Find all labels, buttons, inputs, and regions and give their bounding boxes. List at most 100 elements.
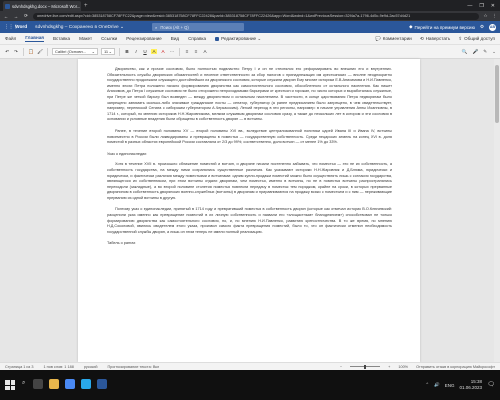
zoom-out-icon[interactable]: − [340,365,342,369]
font-size-value: 11 [104,49,109,54]
feedback-link[interactable]: Отправить отзыв в корпорацию Майкрософт [416,365,495,369]
zoom-slider[interactable] [350,364,381,369]
redo-icon[interactable]: ↷ [13,49,19,55]
diamond-icon: ◆ [409,24,413,29]
share-icon: ⇪ [458,35,463,41]
paragraph[interactable]: Поэтому указ о единонаследии, принятый в… [107,207,392,235]
url-field[interactable]: onedrive.live.com/edit.aspx?cid=38531875… [33,12,480,20]
comments-button[interactable]: 💬 Комментарии [375,36,412,42]
address-bar-row: ← → ⟳ onedrive.live.com/edit.aspx?cid=38… [0,11,500,21]
font-color-button[interactable]: A [160,49,166,54]
scrollbar-thumb[interactable] [495,65,499,123]
highlight-button[interactable]: A [151,49,157,54]
window-controls: — ❐ ✕ [467,3,500,9]
tab-insert[interactable]: Вставка [53,36,70,41]
share-label: Общий доступ [464,36,495,41]
app-name[interactable]: Word [15,25,27,30]
vertical-scrollbar[interactable] [494,59,500,362]
tab-layout[interactable]: Макет [79,36,92,41]
language-status[interactable]: русский [84,365,98,369]
tab-view[interactable]: Вид [171,36,179,41]
windows-start-icon[interactable] [5,380,15,390]
zoom-in-icon[interactable]: + [388,365,390,369]
status-bar: Страница 1 из 3 1 нов слов: 1 188 русски… [0,362,500,370]
undo-icon[interactable]: ↶ [4,49,10,55]
tab-help[interactable]: Справка [188,36,206,41]
section-heading[interactable]: Указ о единонаследии [107,152,392,158]
word-count[interactable]: 1 нов слов: 1 188 [43,365,73,369]
browser-menu-icon[interactable]: ⋮ [493,13,498,19]
expand-ribbon-icon[interactable]: ⌄ [492,49,496,55]
back-icon[interactable]: ← [3,14,9,19]
avatar[interactable]: AB [489,23,496,31]
system-tray: ⌃ 🔊 ENG 15:38 01.06.2023 [425,379,482,391]
new-tab-icon[interactable]: + [84,3,88,9]
styles-icon[interactable]: A [202,49,208,54]
share-button[interactable]: ⇪ Общий доступ [458,36,495,42]
minimize-icon[interactable]: — [467,3,472,9]
paragraph[interactable]: Хотя в течение XVII в. произошло сближен… [107,162,392,201]
input-language[interactable]: ENG [445,383,455,388]
divider [23,47,24,56]
comment-icon: 💬 [375,35,381,41]
font-size-select[interactable]: 11 ⌄ [101,48,115,55]
document-page[interactable]: Дворянство, как и прочие сословия, было … [78,59,420,362]
find-icon[interactable]: 🔍 [462,49,468,55]
clock[interactable]: 15:38 01.06.2023 [459,379,482,391]
divider [47,47,48,56]
tab-references[interactable]: Ссылки [101,36,117,41]
telegram-icon[interactable] [81,379,91,389]
premium-label: Перейти на премиум версию [414,24,475,30]
bookmark-star-icon[interactable]: ☆ [483,13,487,19]
app-launcher-icon[interactable]: ⋮⋮⋮ [4,25,18,30]
settings-gear-icon[interactable]: ⚙ [480,24,484,30]
browser-tab-title: sdvnhdsgkhg.docx – Microsoft Wor... [12,3,81,9]
tab-review[interactable]: Рецензирование [126,36,161,41]
windows-taskbar: ⌕ ⌃ 🔊 ENG 15:38 01.06.2023 🗨 [0,370,500,400]
paragraph[interactable]: Ранее, в течение второй половины XV — вт… [107,129,392,146]
file-explorer-icon[interactable] [49,379,59,389]
tab-file[interactable]: Файл [5,36,16,41]
chevron-down-icon: ⌄ [91,49,95,54]
forward-icon[interactable]: → [13,14,19,19]
italic-button[interactable]: I [133,49,139,54]
reload-icon[interactable]: ⟳ [23,13,29,19]
document-name[interactable]: sdvnhdsgkhg – Сохранено в OneDrive ⌄ [35,25,124,30]
premium-link[interactable]: ◆ Перейти на премиум версию [409,24,475,30]
more-format-icon[interactable]: ··· [169,49,175,54]
section-heading[interactable]: Табель о рангах [107,241,392,247]
notifications-icon[interactable]: 🗨 [487,381,495,388]
chevron-down-icon: ⌄ [108,49,112,54]
text-predictions[interactable]: Прогнозирование текста: Вкл [107,365,159,369]
search-input[interactable]: ⌕ Поиск (Alt + Q) [152,23,244,31]
zoom-level[interactable]: 100% [398,365,408,369]
page-count: Страница 1 из 3 [5,364,34,369]
word-icon[interactable] [97,379,107,389]
tray-overflow-icon[interactable]: ⌃ [425,382,429,388]
comments-label: Комментарии [382,36,412,41]
format-painter-icon[interactable]: 🖌 [37,49,43,55]
close-window-icon[interactable]: ✕ [491,3,495,9]
bullets-icon[interactable]: ≡ [184,49,190,54]
bold-button[interactable]: B [124,49,130,54]
chrome-icon[interactable] [65,379,75,389]
numbering-icon[interactable]: ≡ [193,49,199,54]
editing-mode-dropdown[interactable]: Редактирование ⌄ [215,36,261,42]
search-placeholder: Поиск (Alt + Q) [160,24,189,30]
paste-icon[interactable]: 📋 [28,49,34,55]
browser-tab[interactable]: sdvnhdsgkhg.docx – Microsoft Wor... × [3,1,81,11]
font-family-select[interactable]: Calibri (Основн... ⌄ [52,48,98,55]
zoom-slider-thumb[interactable] [364,364,367,369]
maximize-icon[interactable]: ❐ [479,3,483,9]
clock-date: 01.06.2023 [459,385,482,390]
underline-button[interactable]: U [142,49,148,54]
task-view-icon[interactable] [33,379,43,389]
catchup-button[interactable]: ⟲ Наверстать [420,36,451,42]
paragraph[interactable]: Дворянство, как и прочие сословия, было … [107,67,392,123]
tab-home[interactable]: Главная [25,35,44,42]
taskbar-search-icon[interactable]: ⌕ [22,380,25,387]
volume-icon[interactable]: 🔊 [434,382,440,388]
dictate-icon[interactable]: 🎤 [473,49,479,55]
document-canvas[interactable]: Дворянство, как и прочие сословия, было … [0,59,500,362]
editor-icon[interactable]: ✎ [483,49,487,55]
